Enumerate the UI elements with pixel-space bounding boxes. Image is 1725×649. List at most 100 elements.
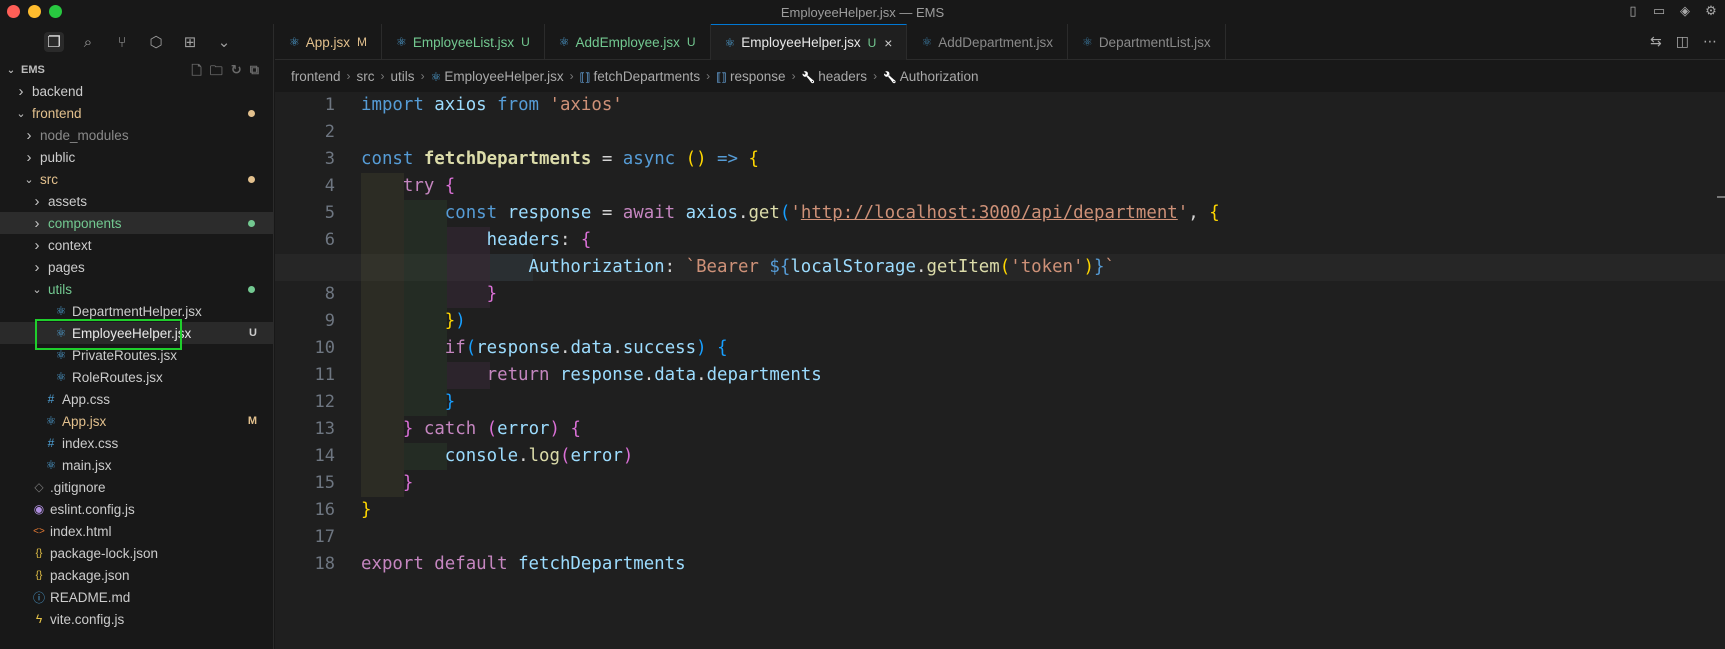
tree-file[interactable]: {} package.json (0, 564, 273, 586)
tree-folder[interactable]: › public (0, 146, 273, 168)
code-token: response (476, 338, 560, 358)
code-line[interactable]: import axios from 'axios' (361, 92, 1725, 119)
chevron-down-icon[interactable]: ⌄ (214, 32, 234, 52)
tree-file[interactable]: ϟ vite.config.js (0, 608, 273, 630)
tree-folder[interactable]: ⌄ frontend (0, 102, 273, 124)
compare-changes-icon[interactable]: ⇆ (1650, 33, 1662, 50)
source-control-icon[interactable]: ⑂ (112, 32, 132, 52)
line-number: 17 (314, 527, 335, 547)
tab-status-badge: U (867, 35, 877, 50)
breadcrumb-item[interactable]: frontend (291, 69, 341, 84)
tree-file[interactable]: <> index.html (0, 520, 273, 542)
tree-folder[interactable]: ⌄ src (0, 168, 273, 190)
toggle-panel-icon[interactable]: ▭ (1651, 3, 1667, 19)
chevron-right-icon: › (34, 192, 40, 210)
code-line[interactable]: } (361, 281, 1725, 308)
code-line[interactable]: const fetchDepartments = async () => { (361, 146, 1725, 173)
tab-label: App.jsx (305, 34, 351, 50)
code-line[interactable] (361, 524, 1725, 551)
tree-file[interactable]: ◉ eslint.config.js (0, 498, 273, 520)
react-file-icon: ⚛ (430, 69, 442, 84)
code-line[interactable]: export default fetchDepartments (361, 551, 1725, 578)
code-line[interactable]: if(response.data.success) { (361, 335, 1725, 362)
editor-tab[interactable]: ⚛ AddDepartment.jsx (907, 24, 1069, 60)
line-number: 15 (314, 473, 335, 493)
code-token: 'token' (1010, 257, 1084, 277)
tree-file[interactable]: ⚛ main.jsx (0, 454, 273, 476)
chevron-right-icon: › (34, 258, 40, 276)
code-line[interactable] (361, 119, 1725, 146)
tree-folder[interactable]: › pages (0, 256, 273, 278)
code-token: } (361, 500, 372, 520)
code-editor[interactable]: 123456789101112131415161718 import axios… (275, 92, 1725, 649)
breadcrumb-item[interactable]: 🔧 Authorization (883, 69, 979, 84)
code-line[interactable]: } (361, 470, 1725, 497)
code-token: async (622, 149, 686, 169)
editor-tab[interactable]: ⚛ App.jsx M (275, 24, 383, 60)
search-icon[interactable]: ⌕ (78, 32, 98, 52)
editor-tab[interactable]: ⚛ EmployeeList.jsx U (382, 24, 545, 60)
code-token: error (497, 419, 550, 439)
editor-tab[interactable]: ⚛ EmployeeHelper.jsx U × (710, 24, 908, 60)
extensions-icon[interactable]: ⊞ (180, 32, 200, 52)
tree-file[interactable]: ⚛ EmployeeHelper.jsx U (0, 322, 273, 344)
variable-symbol-icon: ⟦⟧ (716, 71, 728, 84)
code-lines[interactable]: import axios from 'axios' const fetchDepa… (275, 92, 1725, 578)
breadcrumb-item[interactable]: utils (391, 69, 415, 84)
close-tab-icon[interactable]: × (884, 35, 892, 51)
code-line[interactable]: const response = await axios.get('http:/… (361, 200, 1725, 227)
breadcrumb-item[interactable]: 🔧 headers (802, 69, 868, 84)
code-line[interactable]: headers: { (361, 227, 1725, 254)
explorer-root[interactable]: ⌄ EMS 🗋 🗀 ↻ ⧉ (0, 60, 273, 80)
code-line[interactable]: } (361, 389, 1725, 416)
toggle-primary-sidebar-icon[interactable]: ▯ (1625, 3, 1641, 19)
editor-tab[interactable]: ⚛ DepartmentList.jsx (1068, 24, 1226, 60)
tree-file[interactable]: # index.css (0, 432, 273, 454)
breadcrumb-item[interactable]: src (357, 69, 375, 84)
tree-item-label: App.css (62, 391, 111, 407)
code-line[interactable]: console.log(error) (361, 443, 1725, 470)
property-wrench-icon: 🔧 (801, 71, 816, 84)
chevron-right-icon: › (34, 236, 40, 254)
maximize-window-button[interactable] (49, 5, 62, 18)
code-line[interactable]: }) (361, 308, 1725, 335)
tree-folder[interactable]: › context (0, 234, 273, 256)
scrollbar-marker[interactable] (1717, 196, 1725, 198)
tree-folder[interactable]: ⌄ utils (0, 278, 273, 300)
extensions-cube-icon[interactable]: ◈ (1677, 3, 1693, 19)
code-line[interactable]: Authorization: `Bearer ${localStorage.ge… (275, 254, 1725, 281)
tree-folder[interactable]: › components (0, 212, 273, 234)
explorer-icon[interactable]: ❐ (44, 32, 64, 52)
debug-icon[interactable]: ⬡ (146, 32, 166, 52)
tree-folder[interactable]: › backend (0, 80, 273, 102)
tree-file[interactable]: ⚛ App.jsx M (0, 410, 273, 432)
code-line[interactable]: } (361, 497, 1725, 524)
breadcrumb-item[interactable]: ⟦⟧ fetchDepartments (580, 69, 700, 84)
minimize-window-button[interactable] (28, 5, 41, 18)
tree-file[interactable]: {} package-lock.json (0, 542, 273, 564)
code-line[interactable]: } catch (error) { (361, 416, 1725, 443)
breadcrumb-item[interactable]: ⚛ EmployeeHelper.jsx (431, 69, 564, 84)
tree-item-label: node_modules (40, 127, 129, 143)
tree-file[interactable]: ◇ .gitignore (0, 476, 273, 498)
editor-tab[interactable]: ⚛ AddEmployee.jsx U (545, 24, 711, 60)
react-file-icon: ⚛ (45, 414, 57, 428)
tree-folder[interactable]: › assets (0, 190, 273, 212)
code-token: } (486, 284, 498, 304)
breadcrumb-label: EmployeeHelper.jsx (444, 68, 564, 84)
close-window-button[interactable] (7, 5, 20, 18)
code-token: ( (465, 338, 477, 358)
tree-file[interactable]: ⚛ DepartmentHelper.jsx (0, 300, 273, 322)
split-editor-icon[interactable]: ◫ (1676, 33, 1689, 50)
tree-file[interactable]: ⚛ RoleRoutes.jsx (0, 366, 273, 388)
breadcrumb-item[interactable]: ⟦⟧ response (716, 69, 785, 84)
code-line[interactable]: return response.data.departments (361, 362, 1725, 389)
tree-file[interactable]: # App.css (0, 388, 273, 410)
settings-gear-icon[interactable]: ⚙ (1703, 3, 1719, 19)
tree-folder[interactable]: › node_modules (0, 124, 273, 146)
code-line[interactable]: try { (361, 173, 1725, 200)
more-actions-icon[interactable]: ⋯ (1703, 33, 1717, 50)
tree-file[interactable]: ⓘ README.md (0, 586, 273, 608)
tree-file[interactable]: ⚛ PrivateRoutes.jsx (0, 344, 273, 366)
